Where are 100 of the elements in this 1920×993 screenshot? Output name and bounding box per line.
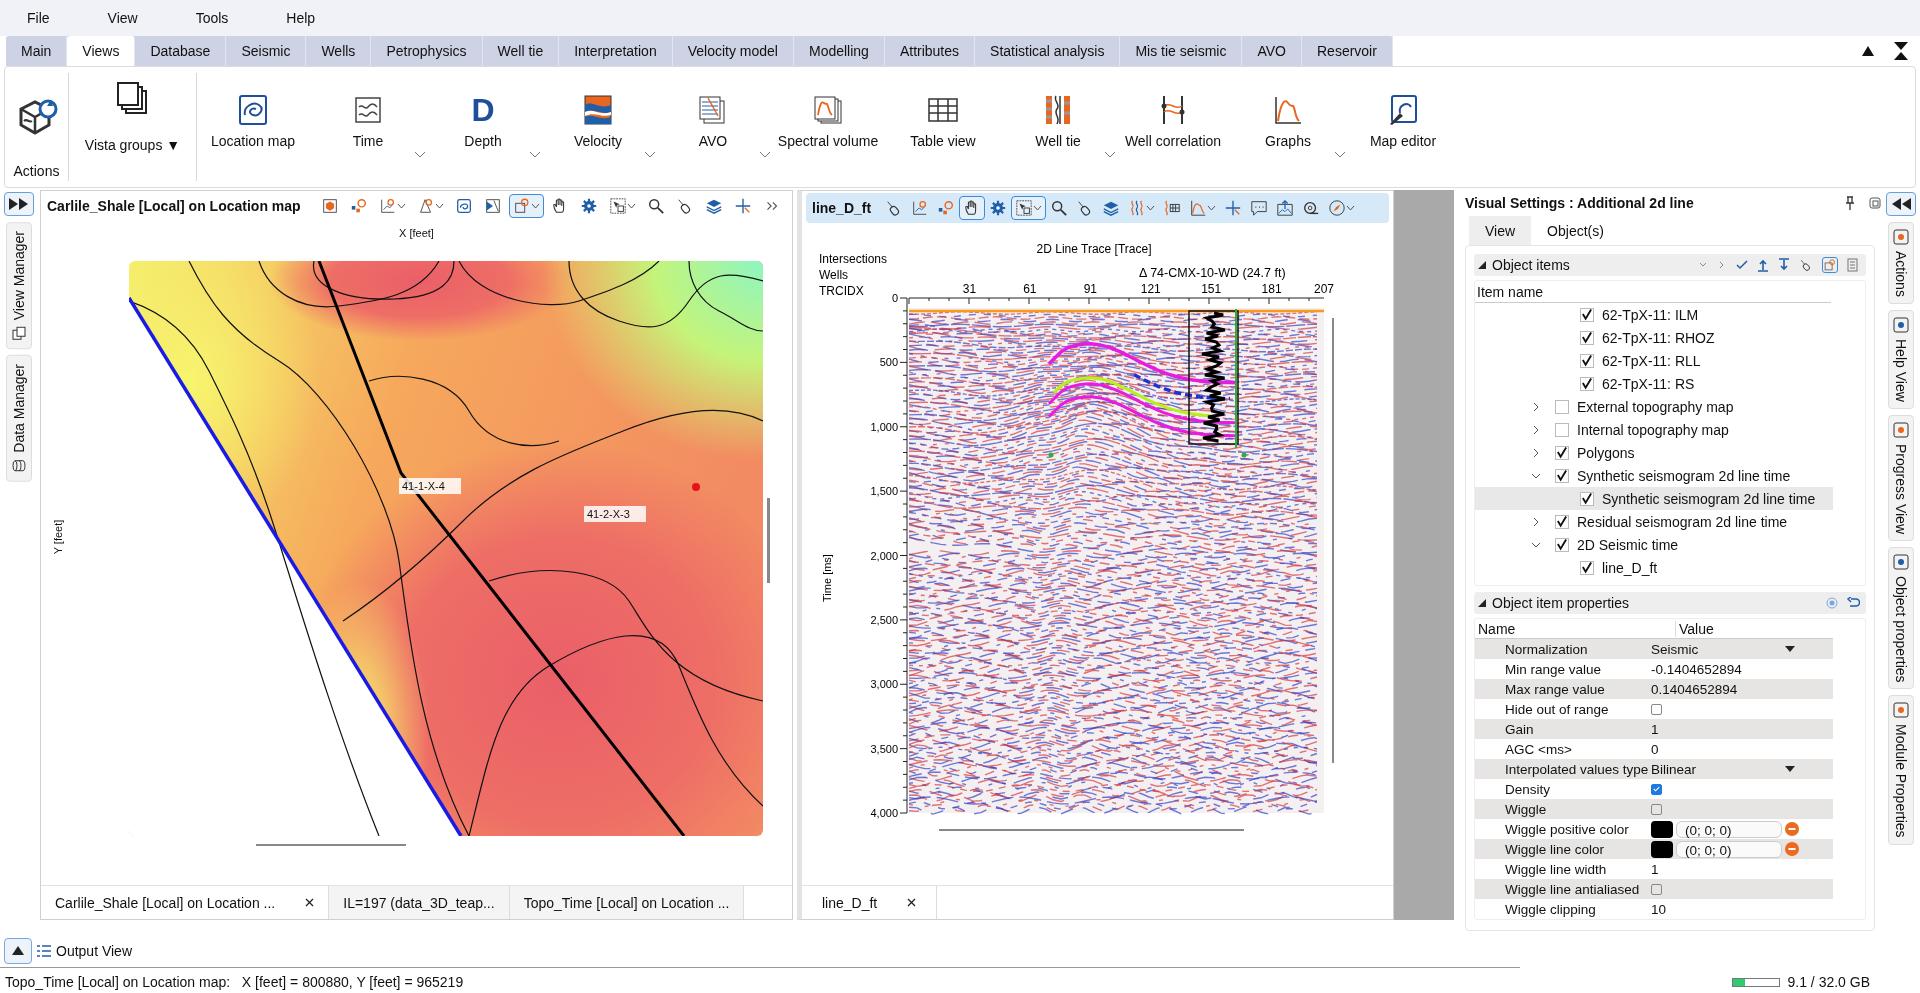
checkbox[interactable]	[1555, 514, 1569, 529]
checkbox[interactable]	[1651, 783, 1662, 795]
ribbon-button[interactable]: Well tie	[1008, 93, 1108, 149]
ribbon-button[interactable]: Graphs	[1238, 93, 1338, 149]
collapsed-icon[interactable]	[1531, 401, 1541, 412]
property-value[interactable]: -0.1404652894	[1651, 661, 1742, 677]
ribbon-tab[interactable]: Statistical analysis	[975, 36, 1121, 66]
tree-item[interactable]: Synthetic seismogram 2d line time	[1475, 464, 1833, 487]
ribbon-button[interactable]: Location map	[203, 93, 303, 149]
caret-icon[interactable]	[1104, 151, 1116, 158]
undo-icon[interactable]	[1847, 597, 1860, 609]
ribbon-tab[interactable]: Views	[67, 36, 136, 66]
ribbon-button[interactable]: D Depth	[433, 93, 533, 149]
side-tab[interactable]: Module Properties	[1888, 695, 1914, 845]
dropdown[interactable]: Bilinear	[1651, 761, 1795, 777]
dropdown[interactable]: Seismic	[1651, 641, 1795, 657]
tree-item[interactable]: 62-TpX-11: ILM	[1475, 303, 1833, 326]
tree-item[interactable]: 62-TpX-11: RLL	[1475, 349, 1833, 372]
collapse-icon[interactable]	[1862, 46, 1874, 56]
checkbox[interactable]	[1580, 353, 1594, 368]
restore-icon[interactable]	[1869, 197, 1881, 209]
side-tab[interactable]: Data Manager	[6, 355, 32, 482]
tree-item[interactable]: 62-TpX-11: RHOZ	[1475, 326, 1833, 349]
checkbox[interactable]	[1580, 307, 1594, 322]
check-icon[interactable]	[1736, 260, 1748, 270]
expand-panel-button[interactable]	[4, 192, 34, 216]
document-tab[interactable]: Topo_Time [Local] on Location ...	[509, 886, 745, 919]
color-swatch[interactable]	[1651, 820, 1673, 838]
caret-icon[interactable]	[529, 151, 541, 158]
checkbox[interactable]	[1580, 330, 1594, 345]
vista-groups-button[interactable]: Vista groups ▼	[84, 73, 181, 153]
tree-item[interactable]: Internal topography map	[1475, 418, 1833, 441]
document-tab[interactable]: IL=197 (data_3D_teap...	[329, 886, 510, 919]
checkbox[interactable]	[1580, 491, 1594, 506]
caret-icon[interactable]	[1334, 151, 1346, 158]
ribbon-tab[interactable]: Wells	[306, 36, 372, 66]
ribbon-button[interactable]: Map editor	[1353, 93, 1453, 149]
ribbon-button[interactable]: Velocity	[548, 93, 648, 149]
tree-item[interactable]: Polygons	[1475, 441, 1833, 464]
checkbox[interactable]	[1651, 883, 1662, 895]
collapsed-icon[interactable]	[1531, 424, 1541, 435]
caret-icon[interactable]	[414, 151, 426, 158]
settings-tab[interactable]: View	[1469, 216, 1532, 245]
output-view-button[interactable]: Output View	[36, 942, 132, 959]
side-tab[interactable]: View Manager	[6, 222, 32, 350]
ribbon-tab[interactable]: Velocity model	[672, 36, 794, 66]
side-tab[interactable]: Help View	[1888, 309, 1914, 409]
tree-item[interactable]: 2D Seismic time	[1475, 533, 1833, 556]
ribbon-tab[interactable]: Well tie	[482, 36, 560, 66]
ribbon-tab[interactable]: Petrophysics	[371, 36, 483, 66]
checkbox[interactable]	[1555, 537, 1569, 552]
expand-icon[interactable]	[1894, 42, 1908, 60]
box-icon[interactable]	[1822, 257, 1838, 273]
scrollbar[interactable]	[938, 829, 1245, 831]
color-field[interactable]: (0; 0; 0)	[1676, 820, 1782, 838]
tree-item[interactable]: 62-TpX-11: RS	[1475, 372, 1833, 395]
tool-button[interactable]	[1011, 196, 1047, 220]
settings-tab[interactable]: Object(s)	[1531, 216, 1620, 245]
move-bottom-icon[interactable]	[1778, 258, 1790, 272]
ribbon-tab[interactable]: AVO	[1242, 36, 1302, 66]
checkbox[interactable]	[1580, 560, 1594, 575]
checkbox[interactable]	[1580, 376, 1594, 391]
ribbon-tab[interactable]: Database	[135, 36, 227, 66]
checkbox[interactable]	[1555, 445, 1569, 460]
tool-button[interactable]	[959, 196, 986, 220]
tree-item[interactable]: Residual seismogram 2d line time	[1475, 510, 1833, 533]
ribbon-tab[interactable]: Modelling	[793, 36, 885, 66]
tree-item[interactable]: External topography map	[1475, 395, 1833, 418]
ribbon-button[interactable]: Time	[318, 93, 418, 149]
property-value[interactable]: 10	[1651, 901, 1667, 917]
checkbox[interactable]	[1555, 468, 1569, 483]
ribbon-button[interactable]: Well correlation	[1123, 93, 1223, 149]
color-swatch[interactable]	[1651, 840, 1673, 858]
side-tab[interactable]: Progress View	[1888, 414, 1914, 541]
ribbon-button[interactable]: Table view	[893, 93, 993, 149]
scrollbar[interactable]	[1332, 317, 1334, 764]
section-header[interactable]: Object item properties	[1474, 592, 1866, 614]
caret-icon[interactable]	[644, 151, 656, 158]
side-tab[interactable]: Actions	[1888, 222, 1914, 304]
caret-icon[interactable]	[759, 151, 771, 158]
menu-item[interactable]: Tools	[180, 10, 253, 26]
menu-item[interactable]: File	[12, 10, 74, 26]
close-icon[interactable]	[305, 898, 315, 907]
property-value[interactable]: 1	[1651, 861, 1659, 877]
ribbon-tab[interactable]: Attributes	[884, 36, 976, 66]
checkbox[interactable]	[1555, 399, 1569, 414]
tree-item[interactable]: Synthetic seismogram 2d line time	[1475, 487, 1833, 510]
ribbon-tab[interactable]: Mis tie seismic	[1120, 36, 1243, 66]
caret-icon[interactable]	[1698, 261, 1708, 269]
menu-item[interactable]: Help	[271, 10, 340, 26]
remove-icon[interactable]	[1785, 822, 1799, 836]
toggle-output-button[interactable]	[4, 937, 32, 964]
color-field[interactable]: (0; 0; 0)	[1676, 840, 1782, 858]
ribbon-tab[interactable]: Seismic	[226, 36, 307, 66]
ribbon-button[interactable]: AVO	[663, 93, 763, 149]
property-value[interactable]: 1	[1651, 721, 1659, 737]
property-value[interactable]: 0	[1651, 741, 1659, 757]
ribbon-tab[interactable]: Reservoir	[1302, 36, 1393, 66]
tree-item[interactable]: line_D_ft	[1475, 556, 1833, 579]
move-top-icon[interactable]	[1757, 258, 1769, 272]
